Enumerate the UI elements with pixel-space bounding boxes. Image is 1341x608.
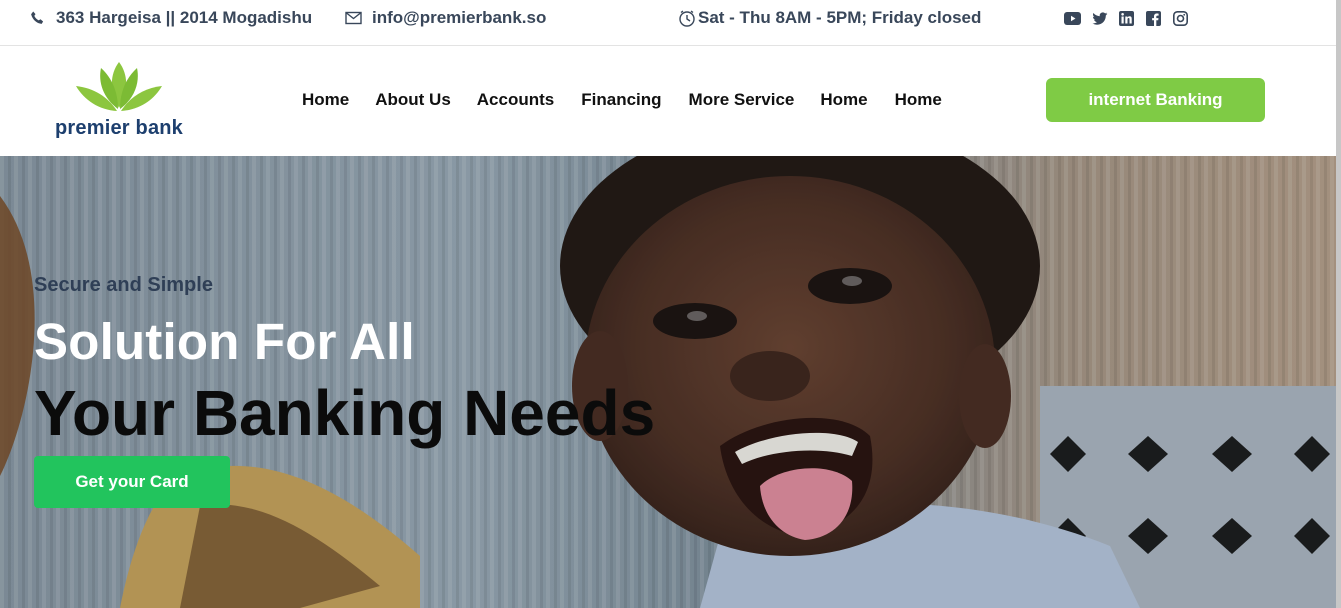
phone-text: 363 Hargeisa || 2014 Mogadishu bbox=[56, 8, 313, 27]
clock-icon bbox=[678, 9, 696, 27]
nav-accounts[interactable]: Accounts bbox=[477, 90, 554, 110]
youtube-icon[interactable] bbox=[1064, 10, 1081, 27]
contact-phone[interactable]: 363 Hargeisa || 2014 Mogadishu bbox=[30, 0, 312, 36]
instagram-icon[interactable] bbox=[1172, 10, 1189, 27]
nav-financing[interactable]: Financing bbox=[581, 90, 661, 110]
site-header: premier bank Home About Us Accounts Fina… bbox=[0, 46, 1336, 156]
top-info-bar: 363 Hargeisa || 2014 Mogadishu info@prem… bbox=[0, 0, 1336, 46]
nav-more-service[interactable]: More Service bbox=[689, 90, 795, 110]
scrollbar-thumb[interactable] bbox=[1336, 0, 1341, 608]
twitter-icon[interactable] bbox=[1091, 10, 1108, 27]
nav-home[interactable]: Home bbox=[302, 90, 349, 110]
hero-headline-line-1: Solution For All bbox=[34, 313, 415, 370]
main-navigation: Home About Us Accounts Financing More Se… bbox=[302, 90, 942, 110]
hero-eyebrow: Secure and Simple bbox=[34, 274, 213, 296]
nav-home-3[interactable]: Home bbox=[895, 90, 942, 110]
logo-text: premier bank bbox=[55, 117, 184, 139]
premier-bank-logo[interactable]: premier bank bbox=[54, 60, 194, 142]
nav-home-2[interactable]: Home bbox=[820, 90, 867, 110]
lotus-logo-icon bbox=[76, 62, 162, 111]
mail-icon bbox=[345, 11, 362, 25]
contact-email[interactable]: info@premierbank.so bbox=[345, 0, 546, 36]
facebook-icon[interactable] bbox=[1145, 10, 1162, 27]
internet-banking-button[interactable]: internet Banking bbox=[1046, 78, 1265, 122]
hero-banner: Secure and Simple Solution For All Your … bbox=[0, 156, 1336, 608]
email-text: info@premierbank.so bbox=[372, 8, 547, 27]
page-scrollbar[interactable] bbox=[1336, 0, 1341, 608]
linkedin-icon[interactable] bbox=[1118, 10, 1135, 27]
hero-headline-line-2: Your Banking Needs bbox=[34, 377, 656, 449]
get-your-card-button[interactable]: Get your Card bbox=[34, 456, 230, 508]
opening-hours: Sat - Thu 8AM - 5PM; Friday closed bbox=[678, 0, 981, 36]
hours-text: Sat - Thu 8AM - 5PM; Friday closed bbox=[698, 8, 982, 27]
phone-icon bbox=[30, 10, 46, 26]
nav-about-us[interactable]: About Us bbox=[375, 90, 451, 110]
social-links bbox=[1064, 10, 1189, 27]
